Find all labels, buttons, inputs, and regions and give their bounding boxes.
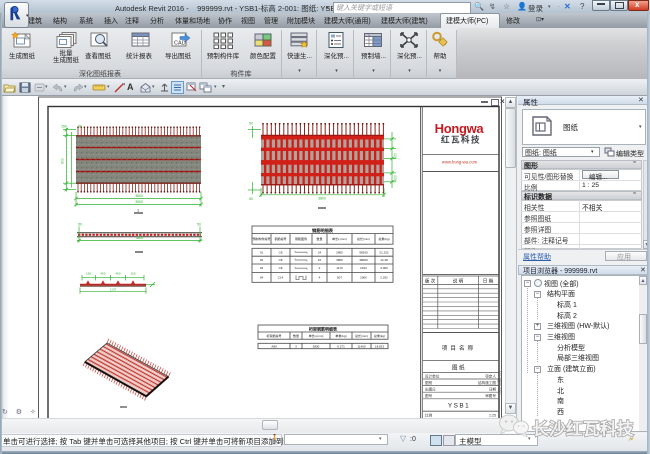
svg-text:总重(kg): 总重(kg) [378,236,389,241]
svg-text:桁架筋编号: 桁架筋编号 [266,333,281,338]
svg-text:600: 600 [61,158,65,164]
svg-text:2.292: 2.292 [380,276,388,280]
svg-text:450: 450 [100,271,105,275]
svg-text:600: 600 [394,153,398,159]
svg-text:总长(mm): 总长(mm) [355,333,368,338]
svg-text:11400: 11400 [357,345,365,349]
svg-text:150: 150 [61,125,67,129]
svg-text:单长L(mm): 单长L(mm) [309,333,324,338]
svg-text:版 次: 版 次 [425,278,436,285]
svg-text:3800: 3800 [318,197,326,201]
svg-text:图号: 图号 [425,393,433,398]
svg-text:长沙红瓦科技: 长沙红瓦科技 [532,419,634,439]
svg-text:24: 24 [318,250,322,254]
svg-text:项目名称: 项目名称 [442,344,476,352]
svg-text:3.062: 3.062 [380,266,388,270]
svg-text:50: 50 [78,223,82,227]
svg-text:1: 1 [137,209,139,213]
svg-text:10: 10 [318,258,322,262]
svg-text:数量: 数量 [293,333,299,338]
svg-text:02: 02 [260,258,264,262]
svg-text:C8: C8 [279,266,283,270]
svg-text:日期: 日期 [489,387,497,392]
svg-text:结构施工图: 结构施工图 [478,380,496,385]
svg-text:数量: 数量 [316,236,322,241]
svg-text:设计单位: 设计单位 [425,373,440,378]
svg-text:单长L(mm): 单长L(mm) [332,236,347,241]
svg-text:1170: 1170 [336,266,343,270]
svg-text:图别: 图别 [425,380,433,385]
svg-text:单重(kg): 单重(kg) [335,333,346,338]
svg-text:2800: 2800 [336,250,343,254]
svg-text:3800: 3800 [135,194,143,198]
svg-text:图纸: 图纸 [452,364,466,372]
svg-text:3800: 3800 [313,345,320,349]
svg-text:YSB1-标高2-001: YSB1-标高2-001 [497,371,502,396]
svg-text:21.232: 21.232 [379,250,389,254]
svg-text:桁架钢筋明细表: 桁架钢筋明细表 [308,325,337,331]
svg-text:600: 600 [394,175,398,181]
svg-text:A80: A80 [271,345,277,349]
svg-text:钢筋明细表: 钢筋明细表 [312,227,334,234]
svg-text:C8: C8 [279,258,283,262]
svg-text:50: 50 [249,197,253,201]
svg-text:C8: C8 [279,250,283,254]
svg-text:450: 450 [115,271,120,275]
svg-text:01: 01 [260,250,264,254]
svg-text:钢筋编号: 钢筋编号 [274,236,286,241]
svg-text:CAD: CAD [174,41,186,47]
svg-text:www.hong-wa.com: www.hong-wa.com [442,160,478,165]
svg-text:红瓦科技: 红瓦科技 [441,135,481,145]
svg-text:YSB1: YSB1 [448,403,470,410]
svg-text:说 明: 说 明 [453,278,464,285]
svg-text:38000: 38000 [359,258,368,262]
svg-text:3800: 3800 [136,236,144,240]
svg-text:C14: C14 [278,276,284,280]
svg-text:比例: 比例 [425,413,433,418]
svg-text:总重(kg): 总重(kg) [374,333,385,338]
svg-text:58200: 58200 [359,250,368,254]
svg-text:1170: 1170 [110,287,117,291]
svg-text:预制构件编号: 预制构件编号 [252,236,270,241]
svg-text:3900: 3900 [135,200,143,204]
svg-text:150: 150 [86,271,91,275]
svg-text:审定人: 审定人 [485,373,496,378]
svg-text:14.48: 14.48 [380,258,388,262]
svg-text:18.813: 18.813 [375,345,385,349]
svg-text:150: 150 [130,271,135,275]
svg-text:2913: 2913 [360,266,367,270]
svg-text:钢筋图例: 钢筋图例 [295,236,307,241]
svg-text:总长(mm): 总长(mm) [357,236,370,241]
svg-text:审图号: 审图号 [485,393,496,398]
svg-text:出图日: 出图日 [425,387,436,392]
svg-text:04: 04 [260,276,264,280]
svg-text:507: 507 [337,276,342,280]
svg-text:50: 50 [249,122,253,126]
svg-text:03: 03 [260,266,264,270]
svg-text:6.271: 6.271 [337,345,345,349]
svg-text:2000: 2000 [360,276,367,280]
svg-text:3800: 3800 [336,258,343,262]
svg-text:50: 50 [197,223,201,227]
svg-text:50: 50 [78,125,82,129]
